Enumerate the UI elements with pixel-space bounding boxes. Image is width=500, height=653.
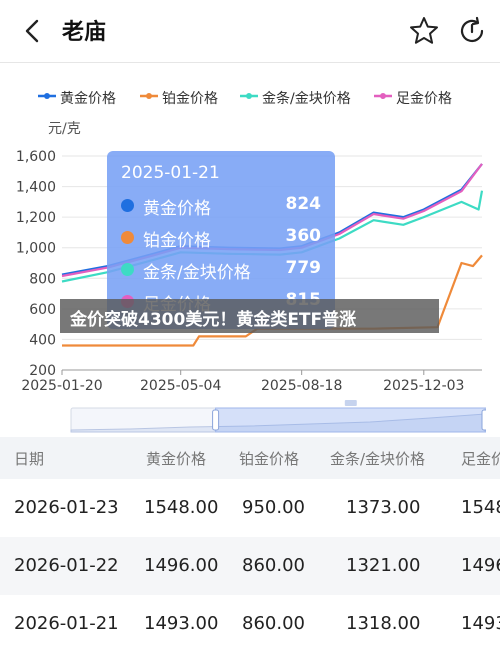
x-tick-label: 2025-12-03 — [383, 378, 464, 394]
column-header-platinum: 铂金价格 — [239, 450, 300, 468]
price-table: 日期 黄金价格 铂金价格 金条/金块价格 足金价 2026-01-23 1548… — [0, 437, 500, 653]
column-header-fullgold: 足金价 — [461, 450, 500, 468]
column-header-goldbar: 金条/金块价格 — [330, 450, 426, 468]
table-row[interactable]: 2026-01-23 1548.00 950.00 1373.00 1548 — [0, 479, 500, 537]
slider-selected-range[interactable] — [215, 407, 486, 433]
legend-label: 金条/金块价格 — [262, 91, 351, 107]
legend-line-icon — [38, 93, 56, 99]
slider-handle-left[interactable] — [212, 409, 220, 431]
tooltip-label: 黄金价格 — [143, 199, 211, 219]
cell-date: 2026-01-23 — [14, 497, 119, 518]
y-tick-label: 1,400 — [16, 180, 56, 196]
tooltip-row-platinum: 铂金价格 360 — [121, 226, 322, 251]
chart-zoom-slider[interactable] — [70, 400, 486, 434]
y-tick-label: 200 — [29, 363, 56, 379]
cell-fullgold: 1548 — [461, 497, 500, 518]
cell-fullgold: 1496 — [461, 555, 500, 576]
tooltip-date: 2025-01-21 — [121, 163, 220, 183]
y-tick-label: 1,600 — [16, 149, 56, 165]
tooltip-dot — [121, 199, 134, 212]
back-chevron-icon[interactable] — [18, 16, 48, 46]
table-header: 日期 黄金价格 铂金价格 金条/金块价格 足金价 — [0, 437, 500, 479]
y-tick-label: 400 — [29, 332, 56, 348]
cell-date: 2026-01-21 — [14, 613, 119, 634]
cell-platinum: 860.00 — [242, 613, 305, 634]
page-title: 老庙 — [62, 20, 107, 45]
slider-handle-right[interactable] — [481, 409, 486, 431]
refresh-icon[interactable] — [456, 15, 488, 47]
tooltip-dot — [121, 231, 134, 244]
y-tick-label: 1,000 — [16, 241, 56, 257]
tooltip-row-gold: 黄金价格 824 — [121, 194, 322, 219]
x-tick-label: 2025-01-20 — [21, 378, 102, 394]
cell-date: 2026-01-22 — [14, 555, 119, 576]
cell-fullgold: 1493 — [461, 613, 500, 634]
cell-gold: 1496.00 — [144, 555, 219, 576]
legend-line-icon — [140, 93, 158, 99]
tooltip-value: 779 — [285, 258, 322, 278]
tooltip-value: 824 — [285, 194, 322, 214]
legend-line-icon — [374, 93, 392, 99]
y-axis-unit-label: 元/克 — [48, 121, 81, 137]
legend-label: 黄金价格 — [60, 91, 116, 107]
y-tick-label: 1,200 — [16, 210, 56, 226]
table-row[interactable]: 2026-01-22 1496.00 860.00 1321.00 1496 — [0, 537, 500, 595]
column-header-date: 日期 — [14, 450, 45, 468]
column-header-gold: 黄金价格 — [146, 450, 207, 468]
legend-line-icon — [240, 93, 258, 99]
app-header: 老庙 — [0, 0, 500, 63]
cell-gold: 1548.00 — [144, 497, 219, 518]
legend-label: 足金价格 — [396, 91, 452, 107]
tooltip-row-goldbar: 金条/金块价格 779 — [121, 258, 322, 283]
cell-gold: 1493.00 — [144, 613, 219, 634]
cell-goldbar: 1373.00 — [346, 497, 421, 518]
tooltip-value: 360 — [285, 226, 322, 246]
x-tick-label: 2025-05-04 — [140, 378, 221, 394]
star-icon[interactable] — [408, 15, 440, 47]
legend-label: 铂金价格 — [162, 91, 218, 107]
cell-goldbar: 1321.00 — [346, 555, 421, 576]
tooltip-dot — [121, 263, 134, 276]
cell-goldbar: 1318.00 — [346, 613, 421, 634]
cell-platinum: 860.00 — [242, 555, 305, 576]
y-tick-label: 800 — [29, 271, 56, 287]
news-banner-text: 金价突破4300美元！黄金类ETF普涨 — [70, 310, 357, 330]
table-row[interactable]: 2026-01-21 1493.00 860.00 1318.00 1493 — [0, 595, 500, 653]
slider-drag-grip[interactable] — [344, 400, 357, 406]
x-tick-label: 2025-08-18 — [261, 378, 342, 394]
tooltip-label: 铂金价格 — [143, 231, 211, 251]
y-tick-label: 600 — [29, 302, 56, 318]
tooltip-label: 金条/金块价格 — [143, 263, 251, 283]
chart-legend: 黄金价格 铂金价格 金条/金块价格 足金价格 — [38, 88, 488, 110]
news-banner[interactable]: 金价突破4300美元！黄金类ETF普涨 — [60, 299, 439, 333]
cell-platinum: 950.00 — [242, 497, 305, 518]
